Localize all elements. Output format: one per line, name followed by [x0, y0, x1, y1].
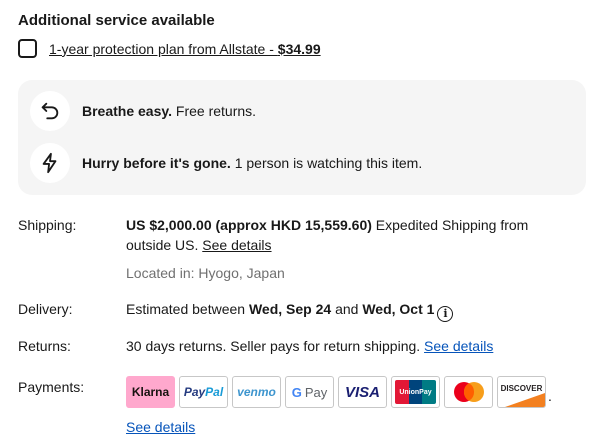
paypal-logo: Pay Pal	[179, 376, 228, 408]
protection-plan-price: $34.99	[277, 40, 321, 57]
additional-service-title: Additional service available	[18, 12, 215, 29]
payments-label: Payments:	[18, 379, 85, 395]
payments-trailing-dot: .	[548, 388, 552, 404]
lightning-icon	[30, 143, 70, 183]
google-pay-logo: G Pay	[285, 376, 334, 408]
klarna-logo: Klarna	[126, 376, 175, 408]
item-location: Located in: Hyogo, Japan	[126, 265, 285, 281]
protection-plan-link[interactable]: 1-year protection plan from Allstate - $…	[49, 41, 321, 57]
shipping-price: US $2,000.00 (approx HKD 15,559.60)	[126, 217, 372, 233]
visa-logo: VISA	[338, 376, 387, 408]
return-arrow-icon	[30, 91, 70, 131]
shipping-label: Shipping:	[18, 217, 77, 233]
watching-row: Hurry before it's gone. 1 person is watc…	[30, 143, 422, 183]
payments-details-link[interactable]: See details	[126, 417, 195, 437]
delivery-end-date: Wed, Oct 1	[362, 301, 435, 317]
venmo-logo: venmo	[232, 376, 281, 408]
protection-plan-text: 1-year protection plan from Allstate -	[49, 40, 278, 57]
free-returns-row: Breathe easy. Free returns.	[30, 91, 256, 131]
delivery-label: Delivery:	[18, 301, 73, 317]
delivery-value: Estimated between Wed, Sep 24 and Wed, O…	[126, 299, 576, 322]
unionpay-logo: UnionPay	[391, 376, 440, 408]
watching-text: Hurry before it's gone. 1 person is watc…	[82, 155, 423, 171]
discover-logo: DISCOVER	[497, 376, 546, 408]
returns-label: Returns:	[18, 338, 71, 354]
info-box: Breathe easy. Free returns. Hurry before…	[18, 80, 586, 195]
shipping-value: US $2,000.00 (approx HKD 15,559.60) Expe…	[126, 215, 566, 255]
protection-plan-option[interactable]: 1-year protection plan from Allstate - $…	[18, 39, 321, 58]
returns-details-link[interactable]: See details	[424, 338, 493, 354]
payment-methods: Klarna Pay Pal venmo G Pay VISA UnionPay D…	[126, 376, 552, 408]
mastercard-logo	[444, 376, 493, 408]
shipping-details-link[interactable]: See details	[202, 237, 271, 253]
protection-plan-checkbox[interactable]	[18, 39, 37, 58]
delivery-start-date: Wed, Sep 24	[248, 301, 332, 317]
returns-value: 30 days returns. Seller pays for return …	[126, 338, 494, 354]
info-circle-icon[interactable]: i	[437, 306, 454, 322]
free-returns-text: Breathe easy. Free returns.	[82, 103, 257, 119]
